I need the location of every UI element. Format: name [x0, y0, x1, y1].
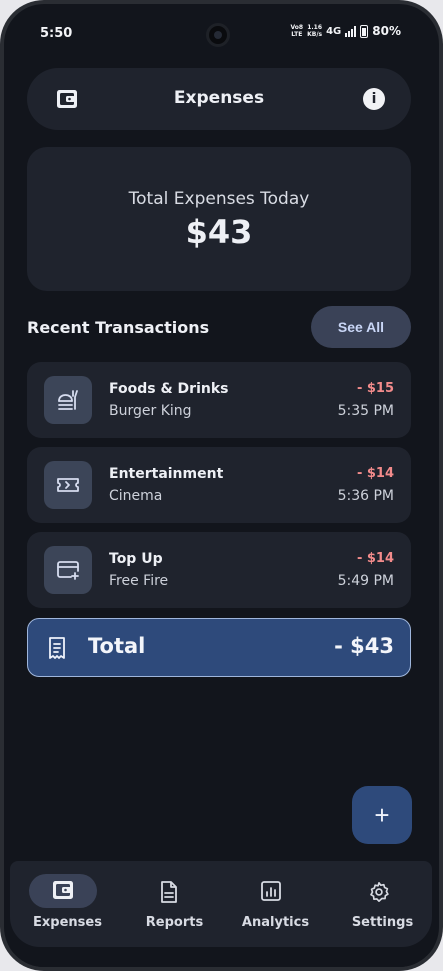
status-bar: 5:50 Vo8 LTE 1.16 KB/s 4G 80%	[4, 4, 439, 64]
receipt-icon	[49, 637, 65, 659]
nav-label: Analytics	[241, 915, 310, 930]
front-camera	[206, 23, 230, 47]
transaction-time: 5:36 PM	[337, 488, 394, 504]
gear-icon	[370, 882, 389, 902]
nav-label: Expenses	[33, 915, 102, 930]
battery-icon	[360, 24, 369, 38]
nav-expenses[interactable]: Expenses	[15, 861, 120, 947]
volte-top: Vo8	[290, 24, 304, 31]
signal-icon	[345, 25, 357, 37]
transaction-icon-box	[44, 546, 92, 594]
transaction-amount: - $15	[356, 381, 394, 396]
transaction-merchant: Burger King	[109, 403, 192, 419]
network-type: 4G	[326, 25, 342, 37]
recent-transactions-title: Recent Transactions	[27, 318, 210, 337]
transaction-row[interactable]: Foods & Drinks Burger King - $15 5:35 PM	[27, 362, 411, 438]
chart-icon	[261, 881, 281, 901]
battery-percent: 80%	[372, 24, 401, 38]
transaction-icon-box	[44, 461, 92, 509]
transaction-merchant: Free Fire	[109, 573, 169, 589]
nav-reports[interactable]: Reports	[122, 861, 227, 947]
phone-frame: 5:50 Vo8 LTE 1.16 KB/s 4G 80% Expenses i…	[0, 0, 443, 971]
status-indicators: Vo8 LTE 1.16 KB/s 4G 80%	[290, 24, 401, 38]
nav-settings[interactable]: Settings	[330, 861, 435, 947]
transaction-amount: - $14	[356, 551, 394, 566]
nav-analytics[interactable]: Analytics	[223, 861, 328, 947]
nav-label: Settings	[351, 915, 414, 930]
total-bar: Total - $43	[27, 618, 411, 677]
ticket-icon	[57, 478, 79, 492]
today-summary-card: Total Expenses Today $43	[27, 147, 411, 291]
transaction-row[interactable]: Entertainment Cinema - $14 5:36 PM	[27, 447, 411, 523]
transaction-category: Entertainment	[109, 466, 224, 482]
wallet-icon	[53, 881, 73, 899]
card-add-icon	[57, 561, 79, 580]
transaction-icon-box	[44, 376, 92, 424]
speed-top: 1.16	[307, 24, 322, 31]
document-icon	[161, 881, 177, 903]
app-header: Expenses i	[27, 68, 411, 130]
transaction-merchant: Cinema	[109, 488, 163, 504]
total-value: - $43	[334, 634, 394, 658]
see-all-button[interactable]: See All	[311, 306, 411, 348]
total-label: Total	[88, 634, 146, 658]
speed-indicator: 1.16 KB/s	[307, 24, 322, 38]
transaction-time: 5:35 PM	[337, 403, 394, 419]
screen: 5:50 Vo8 LTE 1.16 KB/s 4G 80% Expenses i…	[4, 4, 439, 967]
plus-icon: +	[374, 800, 390, 830]
page-title: Expenses	[173, 88, 265, 108]
bottom-navigation: Expenses Reports Analytics Settings	[10, 861, 432, 947]
volte-bottom: LTE	[291, 31, 303, 38]
nav-label: Reports	[145, 915, 204, 930]
transaction-row[interactable]: Top Up Free Fire - $14 5:49 PM	[27, 532, 411, 608]
gesture-area	[4, 947, 439, 967]
add-expense-button[interactable]: +	[352, 786, 412, 844]
food-icon	[58, 390, 78, 410]
status-time: 5:50	[40, 26, 73, 41]
transaction-category: Top Up	[109, 551, 163, 567]
speed-bottom: KB/s	[307, 31, 323, 38]
summary-value: $43	[185, 213, 253, 251]
transaction-category: Foods & Drinks	[109, 381, 229, 397]
info-icon[interactable]: i	[363, 88, 385, 110]
summary-label: Total Expenses Today	[128, 189, 310, 209]
transaction-amount: - $14	[356, 466, 394, 481]
transaction-time: 5:49 PM	[337, 573, 394, 589]
volte-indicator: Vo8 LTE	[290, 24, 303, 38]
